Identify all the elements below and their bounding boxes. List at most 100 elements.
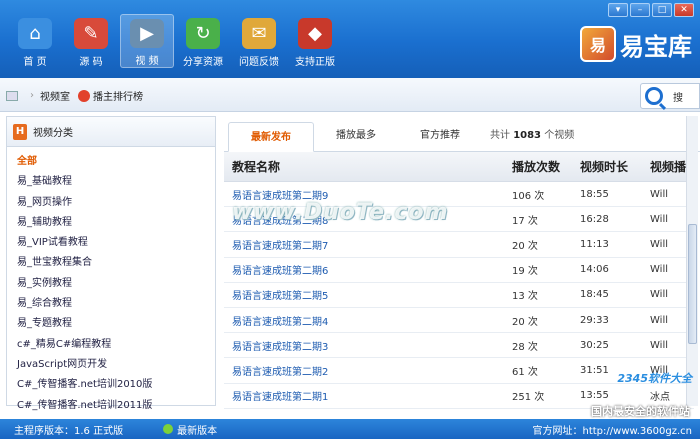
site2345-watermark: 2345软件大全 bbox=[617, 372, 692, 385]
version-text: 主程序版本：1.6 正式版 bbox=[14, 425, 124, 437]
cell-plays: 17 次 bbox=[512, 215, 538, 227]
table-header: 教程名称 播放次数 视频时长 视频播 bbox=[224, 152, 694, 182]
cell-duration: 18:55 bbox=[580, 188, 609, 200]
total-count: 共计 1083 个视频 bbox=[490, 121, 574, 151]
cell-duration: 11:13 bbox=[580, 238, 609, 250]
sidebar-item[interactable]: 易_实例教程 bbox=[7, 274, 215, 294]
nav-label: 首 页 bbox=[23, 57, 47, 68]
sidebar-item[interactable]: JavaScript网页开发 bbox=[7, 355, 215, 375]
rank-icon bbox=[78, 89, 90, 102]
cell-duration: 29:33 bbox=[580, 314, 609, 326]
logo-text: 易宝库 bbox=[620, 32, 692, 61]
table-row[interactable]: 易语言速成班第二期6 19 次 14:06 Will bbox=[224, 258, 694, 283]
home-icon: ⌂ bbox=[18, 18, 52, 49]
tab-most-played[interactable]: 播放最多 bbox=[314, 121, 398, 151]
total-suffix: 个视频 bbox=[544, 130, 575, 141]
cell-duration: 14:06 bbox=[580, 264, 609, 276]
table-row[interactable]: 易语言速成班第二期5 13 次 18:45 Will bbox=[224, 283, 694, 308]
cell-duration: 30:25 bbox=[580, 339, 609, 351]
sidebar-item[interactable]: 易_基础教程 bbox=[7, 172, 215, 192]
sidebar-title: 视频分类 bbox=[33, 128, 73, 139]
table-row[interactable]: 易语言速成班第二期8 17 次 16:28 Will bbox=[224, 207, 694, 233]
cell-title[interactable]: 易语言速成班第二期7 bbox=[224, 237, 506, 252]
shield-icon: ◆ bbox=[298, 18, 332, 49]
cell-title[interactable]: 易语言速成班第二期8 bbox=[224, 212, 506, 227]
cell-plays: 19 次 bbox=[512, 266, 538, 278]
cell-title[interactable]: 易语言速成班第二期1 bbox=[224, 388, 506, 403]
search-icon bbox=[645, 87, 663, 105]
table-row[interactable]: 易语言速成班第二期3 28 次 30:25 Will bbox=[224, 333, 694, 359]
cell-title[interactable]: 易语言速成班第二期5 bbox=[224, 287, 506, 302]
cell-plays: 106 次 bbox=[512, 190, 545, 202]
col-duration[interactable]: 视频时长 bbox=[576, 158, 646, 175]
close-button[interactable]: ✕ bbox=[674, 3, 694, 17]
tab-official[interactable]: 官方推荐 bbox=[398, 121, 482, 151]
cell-title[interactable]: 易语言速成班第二期9 bbox=[224, 187, 506, 202]
breadcrumb-bar: › 视频室 播主排行榜 搜 bbox=[0, 78, 700, 112]
cell-title[interactable]: 易语言速成班第二期6 bbox=[224, 262, 506, 277]
table-row[interactable]: 易语言速成班第二期9 106 次 18:55 Will bbox=[224, 182, 694, 208]
sidebar-item[interactable]: 易_VIP试看教程 bbox=[7, 233, 215, 253]
video-panel: 最新发布 播放最多 官方推荐 共计 1083 个视频 教程名称 播放次数 视频时… bbox=[224, 116, 700, 409]
source-code-icon: ✎ bbox=[74, 18, 108, 49]
nav-item-0[interactable]: ⌂ 首 页 bbox=[8, 14, 62, 68]
cell-duration: 16:28 bbox=[580, 213, 609, 225]
breadcrumb-current[interactable]: 视频室 bbox=[40, 88, 70, 103]
official-site[interactable]: 官方网址：http://www.3600gz.cn bbox=[533, 422, 693, 437]
sidebar-item[interactable]: 易_专题教程 bbox=[7, 314, 215, 334]
cell-title[interactable]: 易语言速成班第二期4 bbox=[224, 313, 506, 328]
col-title[interactable]: 教程名称 bbox=[224, 158, 506, 175]
nav-label: 源 码 bbox=[79, 57, 103, 68]
sidebar-item[interactable]: 易_网页操作 bbox=[7, 193, 215, 213]
sidebar-item[interactable]: c#_精易C#编程教程 bbox=[7, 335, 215, 355]
share-icon: ↻ bbox=[186, 18, 220, 49]
sidebar-item[interactable]: C#_传智播客.net培训2010版 bbox=[7, 375, 215, 395]
search-button[interactable]: 搜 bbox=[640, 83, 700, 109]
safe-watermark: 国内最安全的软件站 bbox=[591, 405, 690, 418]
minimize-button[interactable]: – bbox=[630, 3, 650, 17]
home-icon[interactable] bbox=[6, 90, 18, 101]
nav-item-4[interactable]: ✉ 问题反馈 bbox=[232, 14, 286, 68]
video-icon: ▶ bbox=[130, 19, 164, 48]
cell-title[interactable]: 易语言速成班第二期3 bbox=[224, 338, 506, 353]
check-icon bbox=[163, 424, 174, 434]
latest-label: 最新版本 bbox=[177, 425, 218, 437]
sidebar-item[interactable]: 易_世宝教程集合 bbox=[7, 253, 215, 273]
breadcrumb: › 视频室 播主排行榜 bbox=[6, 88, 143, 103]
search-label: 搜 bbox=[673, 92, 683, 104]
logo-cube-icon: 易 bbox=[580, 26, 616, 62]
cell-plays: 61 次 bbox=[512, 366, 538, 378]
table-row[interactable]: 易语言速成班第二期7 20 次 11:13 Will bbox=[224, 232, 694, 258]
table-row[interactable]: 易语言速成班第二期4 20 次 29:33 Will bbox=[224, 308, 694, 334]
category-icon: H bbox=[13, 123, 27, 140]
category-sidebar: H 视频分类 全部 易_基础教程 易_网页操作 易_辅助教程 易_VIP试看教程 易_世宝… bbox=[6, 116, 216, 411]
latest-version[interactable]: 最新版本 bbox=[163, 422, 217, 437]
menu-button[interactable]: ▾ bbox=[608, 3, 628, 17]
cell-plays: 13 次 bbox=[512, 291, 538, 303]
cell-plays: 20 次 bbox=[512, 316, 538, 328]
nav-item-2[interactable]: ▶ 视 频 bbox=[120, 14, 174, 68]
sidebar-item[interactable]: 全部 bbox=[7, 152, 215, 172]
total-number: 1083 bbox=[513, 130, 542, 141]
col-plays[interactable]: 播放次数 bbox=[506, 158, 576, 175]
rank-link[interactable]: 播主排行榜 bbox=[93, 88, 143, 103]
nav-item-3[interactable]: ↻ 分享资源 bbox=[176, 14, 230, 68]
app-logo: 易 易宝库 bbox=[580, 26, 692, 62]
nav-label: 问题反馈 bbox=[239, 57, 279, 68]
cell-plays: 251 次 bbox=[512, 392, 545, 404]
chevron-right-icon: › bbox=[30, 90, 34, 101]
nav-item-1[interactable]: ✎ 源 码 bbox=[64, 14, 118, 68]
maximize-button[interactable]: □ bbox=[652, 3, 672, 17]
nav-item-5[interactable]: ◆ 支持正版 bbox=[288, 14, 342, 68]
sidebar-item[interactable]: C#_传智播客.net培训2011版 bbox=[7, 396, 215, 416]
top-toolbar: ⌂ 首 页 ✎ 源 码 ▶ 视 频 ↻ 分享资源 ✉ 问题反馈 ◆ 支持正版 ▾ – □ ✕ 易 易宝… bbox=[0, 0, 700, 78]
vertical-scrollbar[interactable] bbox=[686, 116, 698, 406]
scrollbar-thumb[interactable] bbox=[688, 224, 697, 344]
sidebar-item[interactable]: 易_综合教程 bbox=[7, 294, 215, 314]
tab-latest[interactable]: 最新发布 bbox=[228, 122, 314, 152]
sidebar-item[interactable]: 易_辅助教程 bbox=[7, 213, 215, 233]
cell-title[interactable]: 易语言速成班第二期2 bbox=[224, 363, 506, 378]
main-nav: ⌂ 首 页 ✎ 源 码 ▶ 视 频 ↻ 分享资源 ✉ 问题反馈 ◆ 支持正版 bbox=[8, 14, 344, 68]
nav-label: 分享资源 bbox=[183, 57, 223, 68]
tab-bar: 最新发布 播放最多 官方推荐 共计 1083 个视频 bbox=[224, 116, 700, 152]
